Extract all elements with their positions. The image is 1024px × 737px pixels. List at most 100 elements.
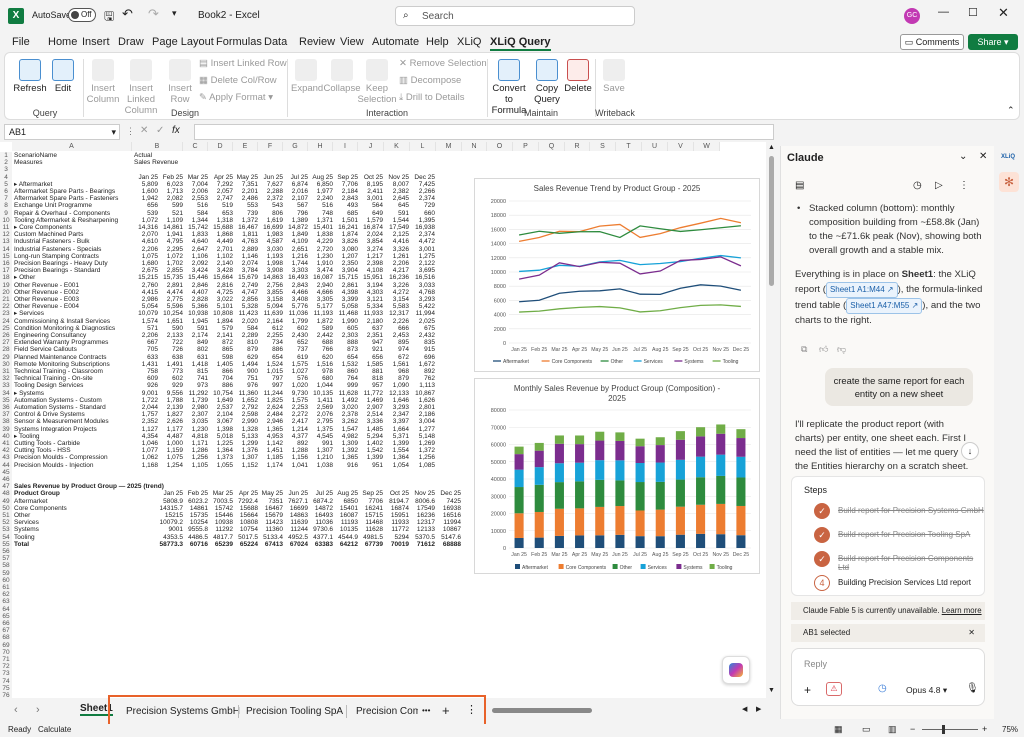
- value-cell[interactable]: 1,372: [233, 217, 258, 224]
- value-cell[interactable]: 5,776: [283, 303, 308, 310]
- value-cell[interactable]: 4,545: [308, 433, 333, 440]
- value-cell[interactable]: 9,001: [133, 390, 158, 397]
- range-link[interactable]: Sheet1 A47:M55 ↗: [846, 298, 923, 314]
- value-cell[interactable]: 589: [308, 325, 333, 332]
- value-cell[interactable]: 11,423: [233, 310, 258, 317]
- value-cell[interactable]: 3,293: [384, 404, 409, 411]
- column-header[interactable]: M: [436, 142, 462, 151]
- value-cell[interactable]: 2,980: [183, 404, 208, 411]
- column-header[interactable]: P: [513, 142, 539, 151]
- row-header[interactable]: 40: [0, 432, 12, 440]
- value-cell[interactable]: 7,004: [183, 181, 208, 188]
- copy-query-button[interactable]: Copy Query: [531, 59, 563, 105]
- trend-title[interactable]: Sales Revenue by Product Group — 2025 (t…: [14, 483, 214, 490]
- tab-review[interactable]: Review: [299, 36, 335, 48]
- value-cell[interactable]: 1,075: [158, 454, 183, 461]
- trend-cell[interactable]: 58773.3: [158, 541, 184, 548]
- trend-cell[interactable]: 17549: [410, 505, 435, 512]
- row-header[interactable]: 62: [0, 591, 12, 599]
- value-cell[interactable]: 957: [358, 382, 383, 389]
- value-cell[interactable]: 797: [258, 375, 283, 382]
- column-header[interactable]: H: [308, 142, 333, 151]
- value-cell[interactable]: 15,679: [233, 274, 258, 281]
- value-cell[interactable]: 2,057: [208, 188, 233, 195]
- column-header[interactable]: T: [616, 142, 642, 151]
- value-cell[interactable]: 1,544: [384, 217, 409, 224]
- value-cell[interactable]: 571: [133, 325, 158, 332]
- value-cell[interactable]: 11,193: [308, 310, 333, 317]
- value-cell[interactable]: 4,666: [308, 289, 333, 296]
- value-cell[interactable]: 1,027: [283, 368, 308, 375]
- row-label[interactable]: Other Revenue - E001: [14, 282, 132, 289]
- save-icon[interactable]: 🖫: [104, 7, 114, 28]
- value-cell[interactable]: 1,492: [333, 397, 358, 404]
- value-cell[interactable]: 619: [283, 354, 308, 361]
- column-header[interactable]: Q: [539, 142, 565, 151]
- apply-format-button[interactable]: ✎ Apply Format ▾: [199, 92, 273, 103]
- function-icon[interactable]: fx: [172, 125, 180, 136]
- row-label[interactable]: Precision Bearings - Standard: [14, 267, 132, 274]
- value-cell[interactable]: 1,501: [333, 217, 358, 224]
- value-cell[interactable]: 2,226: [384, 318, 409, 325]
- value-cell[interactable]: 4,217: [384, 267, 409, 274]
- trend-cell[interactable]: 11193: [333, 519, 358, 526]
- value-cell[interactable]: 6,023: [158, 181, 183, 188]
- value-cell[interactable]: 4,982: [333, 433, 358, 440]
- value-cell[interactable]: 1,672: [410, 361, 435, 368]
- value-cell[interactable]: 1,941: [158, 231, 183, 238]
- value-cell[interactable]: 620: [308, 354, 333, 361]
- value-cell[interactable]: 567: [283, 202, 308, 209]
- row-header[interactable]: 63: [0, 598, 12, 606]
- value-cell[interactable]: 10,254: [158, 310, 183, 317]
- group-row-label[interactable]: ▸ Other: [14, 274, 132, 281]
- row-header[interactable]: 24: [0, 317, 12, 325]
- row-label[interactable]: Other Revenue - E002: [14, 289, 132, 296]
- value-cell[interactable]: 879: [233, 346, 258, 353]
- trend-cell[interactable]: 10867: [436, 526, 461, 533]
- value-cell[interactable]: 1,328: [233, 426, 258, 433]
- value-cell[interactable]: 1,372: [410, 447, 435, 454]
- value-cell[interactable]: 2,206: [384, 260, 409, 267]
- value-cell[interactable]: 11,036: [283, 310, 308, 317]
- value-cell[interactable]: 8,195: [358, 181, 383, 188]
- value-cell[interactable]: 3,428: [208, 267, 233, 274]
- row-header[interactable]: 47: [0, 483, 12, 491]
- row-header[interactable]: 45: [0, 468, 12, 476]
- row-label[interactable]: Commissioning & Install Services: [14, 318, 132, 325]
- value-cell[interactable]: 2,946: [258, 418, 283, 425]
- expand-button[interactable]: Expand: [291, 59, 323, 94]
- delete-button[interactable]: Delete: [563, 59, 593, 94]
- row-header[interactable]: 6: [0, 188, 12, 196]
- value-cell[interactable]: 751: [233, 375, 258, 382]
- tab-insert[interactable]: Insert: [82, 36, 110, 48]
- value-cell[interactable]: 766: [308, 346, 333, 353]
- row-header[interactable]: 9: [0, 209, 12, 217]
- copilot-button[interactable]: [722, 656, 750, 684]
- value-cell[interactable]: 4,449: [208, 238, 233, 245]
- group-row-label[interactable]: ▸ Aftermarket: [14, 181, 132, 188]
- value-cell[interactable]: 2,184: [333, 188, 358, 195]
- trend-cell[interactable]: 8194.7: [384, 498, 409, 505]
- value-cell[interactable]: 2,092: [183, 260, 208, 267]
- value-cell[interactable]: 2,411: [358, 188, 383, 195]
- value-cell[interactable]: 2,514: [358, 411, 383, 418]
- scroll-right-icon[interactable]: ▶: [756, 705, 761, 713]
- value-cell[interactable]: 1,651: [158, 318, 183, 325]
- month-header[interactable]: Jul 25: [283, 174, 308, 181]
- value-cell[interactable]: 1,402: [358, 440, 383, 447]
- row-label[interactable]: Automation Systems - Standard: [14, 404, 132, 411]
- value-cell[interactable]: 2,760: [133, 282, 158, 289]
- value-cell[interactable]: 796: [283, 210, 308, 217]
- value-cell[interactable]: 7,292: [208, 181, 233, 188]
- value-cell[interactable]: 649: [358, 210, 383, 217]
- row-label[interactable]: Long-run Stamping Contracts: [14, 253, 132, 260]
- value-cell[interactable]: 3,067: [208, 418, 233, 425]
- row-header[interactable]: 8: [0, 202, 12, 210]
- trend-cell[interactable]: 11292: [208, 526, 233, 533]
- row-header[interactable]: 11: [0, 224, 12, 232]
- row-header[interactable]: 31: [0, 368, 12, 376]
- row-header[interactable]: 21: [0, 296, 12, 304]
- row-header[interactable]: 39: [0, 425, 12, 433]
- value-cell[interactable]: 951: [358, 462, 383, 469]
- value-cell[interactable]: 7,425: [410, 181, 435, 188]
